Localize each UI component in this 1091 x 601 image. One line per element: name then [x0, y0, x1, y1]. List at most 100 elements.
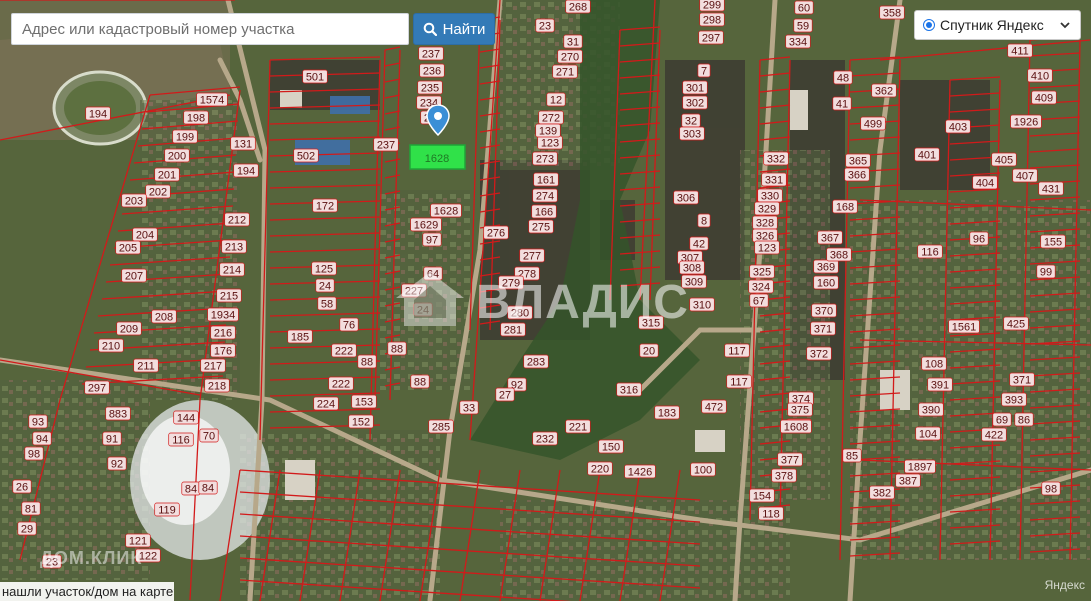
plot-label[interactable]: 407: [1012, 168, 1038, 183]
plot-label[interactable]: 309: [681, 274, 707, 289]
plot-label[interactable]: 1561: [948, 319, 980, 334]
plot-label[interactable]: 220: [587, 461, 613, 476]
plot-label[interactable]: 69: [992, 412, 1012, 427]
plot-label[interactable]: 1934: [207, 307, 239, 322]
plot-label[interactable]: 116: [917, 244, 943, 259]
plot-label[interactable]: 92: [107, 456, 127, 471]
plot-label[interactable]: 210: [98, 338, 124, 353]
plot-label[interactable]: 277: [519, 248, 545, 263]
plot-label[interactable]: 205: [115, 240, 141, 255]
plot-label[interactable]: 153: [351, 394, 377, 409]
plot-label[interactable]: 91: [102, 431, 122, 446]
plot-label[interactable]: 203: [121, 193, 147, 208]
plot-label[interactable]: 70: [199, 428, 219, 443]
plot-label[interactable]: 332: [763, 151, 789, 166]
plot-label[interactable]: 208: [151, 309, 177, 324]
plot-label[interactable]: 1629: [410, 217, 442, 232]
plot-label[interactable]: 283: [523, 354, 549, 369]
plot-label[interactable]: 118: [758, 506, 784, 521]
plot-label[interactable]: 365: [845, 153, 871, 168]
plot-label[interactable]: 369: [813, 259, 839, 274]
plot-label[interactable]: 7: [697, 63, 711, 78]
plot-label[interactable]: 123: [754, 240, 780, 255]
plot-label[interactable]: 310: [689, 297, 715, 312]
plot-label[interactable]: 409: [1031, 90, 1057, 105]
satellite-map[interactable]: 1628 15741981992002012022032042052072082…: [0, 0, 1091, 601]
plot-label[interactable]: 27: [495, 387, 515, 402]
plot-label[interactable]: 88: [410, 374, 430, 389]
plot-label[interactable]: 160: [813, 275, 839, 290]
search-button[interactable]: Найти: [413, 13, 495, 45]
plot-label[interactable]: 403: [945, 119, 971, 134]
plot-label[interactable]: 94: [32, 431, 52, 446]
plot-label[interactable]: 200: [164, 148, 190, 163]
plot-label[interactable]: 330: [757, 188, 783, 203]
plot-label[interactable]: 1926: [1010, 114, 1042, 129]
plot-label[interactable]: 370: [811, 303, 837, 318]
plot-label[interactable]: 273: [532, 151, 558, 166]
plot-label[interactable]: 236: [419, 63, 445, 78]
plot-label[interactable]: 88: [387, 341, 407, 356]
plot-label[interactable]: 161: [533, 172, 559, 187]
plot-label[interactable]: 315: [638, 315, 664, 330]
plot-label[interactable]: 371: [1009, 372, 1035, 387]
plot-label[interactable]: 372: [806, 346, 832, 361]
plot-label[interactable]: 316: [616, 382, 642, 397]
plot-label[interactable]: 100: [690, 462, 716, 477]
plot-label[interactable]: 411: [1007, 43, 1033, 58]
plot-label[interactable]: 387: [895, 473, 921, 488]
plot-label[interactable]: 501: [302, 69, 328, 84]
plot-label[interactable]: 116: [168, 432, 194, 447]
plot-label[interactable]: 218: [204, 378, 230, 393]
plot-label[interactable]: 362: [871, 83, 897, 98]
plot-label[interactable]: 285: [428, 419, 454, 434]
plot-label[interactable]: 81: [21, 501, 41, 516]
plot-label[interactable]: 183: [654, 405, 680, 420]
plot-label[interactable]: 131: [230, 136, 256, 151]
plot-label[interactable]: 60: [794, 0, 814, 15]
plot-label[interactable]: 23: [535, 18, 555, 33]
plot-label[interactable]: 393: [1001, 392, 1027, 407]
plot-label[interactable]: 125: [311, 261, 337, 276]
plot-label[interactable]: 499: [860, 116, 886, 131]
plot-label[interactable]: 67: [749, 293, 769, 308]
plot-label[interactable]: 472: [701, 399, 727, 414]
plot-label[interactable]: 23: [42, 554, 62, 569]
plot-label[interactable]: 97: [422, 232, 442, 247]
plot-label[interactable]: 366: [844, 167, 870, 182]
plot-label[interactable]: 168: [832, 199, 858, 214]
plot-label[interactable]: 59: [793, 18, 813, 33]
plot-label[interactable]: 119: [154, 502, 180, 517]
plot-label[interactable]: 1628: [430, 203, 462, 218]
plot-label[interactable]: 237: [373, 137, 399, 152]
plot-label[interactable]: 20: [639, 343, 659, 358]
plot-label[interactable]: 166: [531, 204, 557, 219]
plot-label[interactable]: 326: [752, 228, 778, 243]
plot-label[interactable]: 410: [1027, 68, 1053, 83]
plot-label[interactable]: 328: [752, 215, 778, 230]
plot-label[interactable]: 232: [532, 431, 558, 446]
plot-label[interactable]: 274: [532, 188, 558, 203]
plot-label[interactable]: 194: [233, 163, 259, 178]
plot-label[interactable]: 302: [682, 95, 708, 110]
plot-label[interactable]: 86: [1014, 412, 1034, 427]
plot-label[interactable]: 194: [85, 106, 111, 121]
plot-label[interactable]: 268: [565, 0, 591, 14]
plot-label[interactable]: 176: [210, 343, 236, 358]
plot-label[interactable]: 93: [28, 414, 48, 429]
plot-label[interactable]: 204: [132, 227, 158, 242]
plot-label[interactable]: 172: [312, 198, 338, 213]
plot-label[interactable]: 425: [1003, 316, 1029, 331]
search-input[interactable]: [11, 13, 409, 45]
plot-label[interactable]: 214: [219, 262, 245, 277]
plot-label[interactable]: 297: [84, 380, 110, 395]
plot-label[interactable]: 334: [785, 34, 811, 49]
plot-label[interactable]: 1897: [904, 459, 936, 474]
plot-label[interactable]: 298: [699, 12, 725, 27]
plot-label[interactable]: 150: [598, 439, 624, 454]
plot-label[interactable]: 58: [317, 296, 337, 311]
plot-label[interactable]: 276: [483, 225, 509, 240]
plot-label[interactable]: 375: [787, 402, 813, 417]
plot-label[interactable]: 209: [116, 321, 142, 336]
plot-label[interactable]: 329: [754, 201, 780, 216]
